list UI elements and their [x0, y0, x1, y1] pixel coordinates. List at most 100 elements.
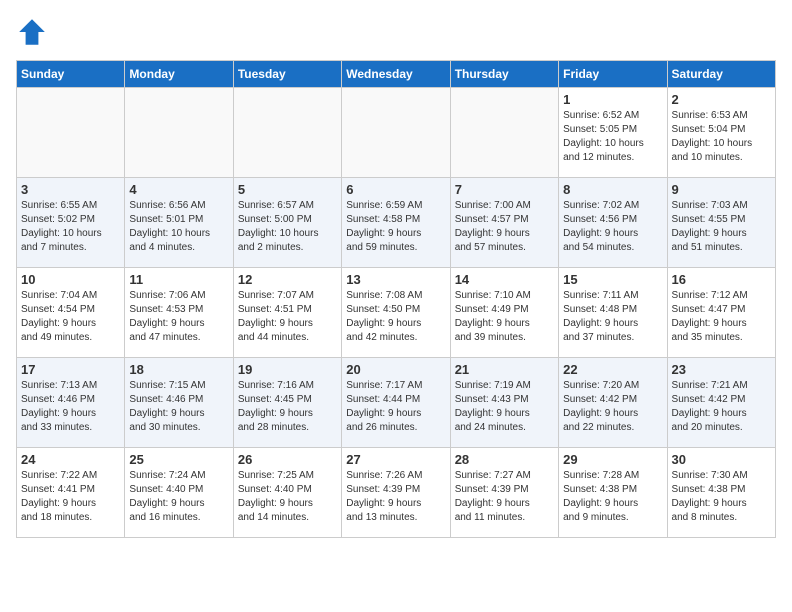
day-number: 5 — [238, 182, 337, 197]
day-number: 29 — [563, 452, 662, 467]
calendar-cell: 18 Sunrise: 7:15 AM Sunset: 4:46 PM Dayli… — [125, 358, 233, 448]
calendar-cell: 29 Sunrise: 7:28 AM Sunset: 4:38 PM Dayli… — [559, 448, 667, 538]
calendar-cell: 12 Sunrise: 7:07 AM Sunset: 4:51 PM Dayli… — [233, 268, 341, 358]
calendar-table: SundayMondayTuesdayWednesdayThursdayFrid… — [16, 60, 776, 538]
day-info: Sunrise: 7:11 AM Sunset: 4:48 PM Dayligh… — [563, 289, 662, 345]
day-number: 23 — [672, 362, 771, 377]
day-info: Sunrise: 7:16 AM Sunset: 4:45 PM Dayligh… — [238, 379, 337, 435]
calendar-cell: 21 Sunrise: 7:19 AM Sunset: 4:43 PM Dayli… — [450, 358, 558, 448]
weekday-header-row: SundayMondayTuesdayWednesdayThursdayFrid… — [17, 61, 776, 88]
calendar-cell: 7 Sunrise: 7:00 AM Sunset: 4:57 PM Daylig… — [450, 178, 558, 268]
day-number: 26 — [238, 452, 337, 467]
calendar-week-row: 3 Sunrise: 6:55 AM Sunset: 5:02 PM Daylig… — [17, 178, 776, 268]
day-info: Sunrise: 7:15 AM Sunset: 4:46 PM Dayligh… — [129, 379, 228, 435]
day-number: 22 — [563, 362, 662, 377]
calendar-cell: 19 Sunrise: 7:16 AM Sunset: 4:45 PM Dayli… — [233, 358, 341, 448]
day-info: Sunrise: 7:20 AM Sunset: 4:42 PM Dayligh… — [563, 379, 662, 435]
day-info: Sunrise: 7:19 AM Sunset: 4:43 PM Dayligh… — [455, 379, 554, 435]
day-number: 3 — [21, 182, 120, 197]
day-number: 16 — [672, 272, 771, 287]
day-number: 20 — [346, 362, 445, 377]
day-number: 19 — [238, 362, 337, 377]
day-info: Sunrise: 7:13 AM Sunset: 4:46 PM Dayligh… — [21, 379, 120, 435]
calendar-cell: 30Sunrise: 7:30 AM Sunset: 4:38 PM Dayli… — [667, 448, 775, 538]
day-number: 10 — [21, 272, 120, 287]
calendar-cell: 4 Sunrise: 6:56 AM Sunset: 5:01 PM Daylig… — [125, 178, 233, 268]
weekday-header: Tuesday — [233, 61, 341, 88]
day-info: Sunrise: 7:17 AM Sunset: 4:44 PM Dayligh… — [346, 379, 445, 435]
calendar-cell: 2 Sunrise: 6:53 AM Sunset: 5:04 PM Daylig… — [667, 88, 775, 178]
calendar-cell: 28Sunrise: 7:27 AM Sunset: 4:39 PM Dayli… — [450, 448, 558, 538]
calendar-cell: 27Sunrise: 7:26 AM Sunset: 4:39 PM Dayli… — [342, 448, 450, 538]
day-info: Sunrise: 7:22 AM Sunset: 4:41 PM Dayligh… — [21, 469, 120, 525]
calendar-cell: 3 Sunrise: 6:55 AM Sunset: 5:02 PM Daylig… — [17, 178, 125, 268]
day-number: 12 — [238, 272, 337, 287]
day-info: Sunrise: 6:56 AM Sunset: 5:01 PM Dayligh… — [129, 199, 228, 255]
calendar-cell: 25 Sunrise: 7:24 AM Sunset: 4:40 PM Dayli… — [125, 448, 233, 538]
day-info: Sunrise: 7:24 AM Sunset: 4:40 PM Dayligh… — [129, 469, 228, 525]
day-number: 7 — [455, 182, 554, 197]
day-info: Sunrise: 7:06 AM Sunset: 4:53 PM Dayligh… — [129, 289, 228, 345]
calendar-week-row: 1 Sunrise: 6:52 AM Sunset: 5:05 PM Daylig… — [17, 88, 776, 178]
calendar-cell: 10 Sunrise: 7:04 AM Sunset: 4:54 PM Dayli… — [17, 268, 125, 358]
calendar-cell: 16 Sunrise: 7:12 AM Sunset: 4:47 PM Dayli… — [667, 268, 775, 358]
logo — [16, 16, 52, 48]
calendar-week-row: 17 Sunrise: 7:13 AM Sunset: 4:46 PM Dayli… — [17, 358, 776, 448]
calendar-cell: 14 Sunrise: 7:10 AM Sunset: 4:49 PM Dayli… — [450, 268, 558, 358]
calendar-cell: 26 Sunrise: 7:25 AM Sunset: 4:40 PM Dayli… — [233, 448, 341, 538]
day-number: 1 — [563, 92, 662, 107]
day-number: 25 — [129, 452, 228, 467]
page-header — [16, 16, 776, 48]
day-info: Sunrise: 6:53 AM Sunset: 5:04 PM Dayligh… — [672, 109, 771, 165]
calendar-cell: 13 Sunrise: 7:08 AM Sunset: 4:50 PM Dayli… — [342, 268, 450, 358]
day-info: Sunrise: 6:55 AM Sunset: 5:02 PM Dayligh… — [21, 199, 120, 255]
logo-icon — [16, 16, 48, 48]
day-number: 17 — [21, 362, 120, 377]
calendar-cell: 17 Sunrise: 7:13 AM Sunset: 4:46 PM Dayli… — [17, 358, 125, 448]
weekday-header: Saturday — [667, 61, 775, 88]
calendar-cell: 1 Sunrise: 6:52 AM Sunset: 5:05 PM Daylig… — [559, 88, 667, 178]
day-info: Sunrise: 7:00 AM Sunset: 4:57 PM Dayligh… — [455, 199, 554, 255]
day-number: 18 — [129, 362, 228, 377]
day-number: 11 — [129, 272, 228, 287]
weekday-header: Friday — [559, 61, 667, 88]
weekday-header: Wednesday — [342, 61, 450, 88]
calendar-cell: 23 Sunrise: 7:21 AM Sunset: 4:42 PM Dayli… — [667, 358, 775, 448]
day-info: Sunrise: 7:21 AM Sunset: 4:42 PM Dayligh… — [672, 379, 771, 435]
calendar-cell — [125, 88, 233, 178]
calendar-cell: 9Sunrise: 7:03 AM Sunset: 4:55 PM Daylig… — [667, 178, 775, 268]
weekday-header: Thursday — [450, 61, 558, 88]
calendar-cell: 6 Sunrise: 6:59 AM Sunset: 4:58 PM Daylig… — [342, 178, 450, 268]
calendar-cell — [233, 88, 341, 178]
day-info: Sunrise: 7:28 AM Sunset: 4:38 PM Dayligh… — [563, 469, 662, 525]
day-info: Sunrise: 7:26 AM Sunset: 4:39 PM Dayligh… — [346, 469, 445, 525]
day-info: Sunrise: 7:10 AM Sunset: 4:49 PM Dayligh… — [455, 289, 554, 345]
calendar-cell: 22 Sunrise: 7:20 AM Sunset: 4:42 PM Dayli… — [559, 358, 667, 448]
day-number: 14 — [455, 272, 554, 287]
calendar-cell — [342, 88, 450, 178]
calendar-cell: 20 Sunrise: 7:17 AM Sunset: 4:44 PM Dayli… — [342, 358, 450, 448]
day-info: Sunrise: 7:08 AM Sunset: 4:50 PM Dayligh… — [346, 289, 445, 345]
calendar-week-row: 24 Sunrise: 7:22 AM Sunset: 4:41 PM Dayli… — [17, 448, 776, 538]
calendar-cell — [450, 88, 558, 178]
calendar-cell: 5 Sunrise: 6:57 AM Sunset: 5:00 PM Daylig… — [233, 178, 341, 268]
day-number: 2 — [672, 92, 771, 107]
calendar-cell — [17, 88, 125, 178]
day-info: Sunrise: 6:57 AM Sunset: 5:00 PM Dayligh… — [238, 199, 337, 255]
day-number: 6 — [346, 182, 445, 197]
day-info: Sunrise: 6:52 AM Sunset: 5:05 PM Dayligh… — [563, 109, 662, 165]
day-info: Sunrise: 7:12 AM Sunset: 4:47 PM Dayligh… — [672, 289, 771, 345]
day-info: Sunrise: 7:25 AM Sunset: 4:40 PM Dayligh… — [238, 469, 337, 525]
day-info: Sunrise: 7:30 AM Sunset: 4:38 PM Dayligh… — [672, 469, 771, 525]
day-info: Sunrise: 7:07 AM Sunset: 4:51 PM Dayligh… — [238, 289, 337, 345]
day-number: 13 — [346, 272, 445, 287]
calendar-cell: 24 Sunrise: 7:22 AM Sunset: 4:41 PM Dayli… — [17, 448, 125, 538]
day-number: 24 — [21, 452, 120, 467]
day-number: 21 — [455, 362, 554, 377]
day-info: Sunrise: 7:04 AM Sunset: 4:54 PM Dayligh… — [21, 289, 120, 345]
calendar-cell: 11 Sunrise: 7:06 AM Sunset: 4:53 PM Dayli… — [125, 268, 233, 358]
weekday-header: Monday — [125, 61, 233, 88]
day-info: Sunrise: 6:59 AM Sunset: 4:58 PM Dayligh… — [346, 199, 445, 255]
day-number: 4 — [129, 182, 228, 197]
calendar-cell: 15Sunrise: 7:11 AM Sunset: 4:48 PM Dayli… — [559, 268, 667, 358]
